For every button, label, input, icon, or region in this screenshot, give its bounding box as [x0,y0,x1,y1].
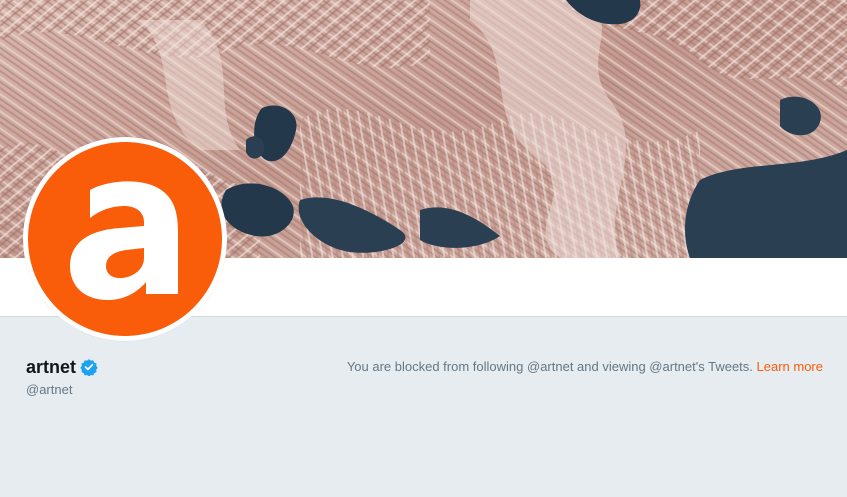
verified-badge-icon [80,358,98,377]
profile-name[interactable]: artnet [26,356,76,378]
artnet-logo-icon [70,181,178,300]
artnet-logo [28,142,222,336]
profile-name-row: artnet [26,356,98,378]
profile-page: artnet @artnet You are blocked from foll… [0,0,847,497]
profile-handle[interactable]: @artnet [26,382,72,398]
blocked-notice: You are blocked from following @artnet a… [347,359,823,375]
blocked-notice-text: You are blocked from following @artnet a… [346,359,757,374]
learn-more-link[interactable]: Learn more [757,359,823,374]
avatar[interactable] [23,137,227,341]
